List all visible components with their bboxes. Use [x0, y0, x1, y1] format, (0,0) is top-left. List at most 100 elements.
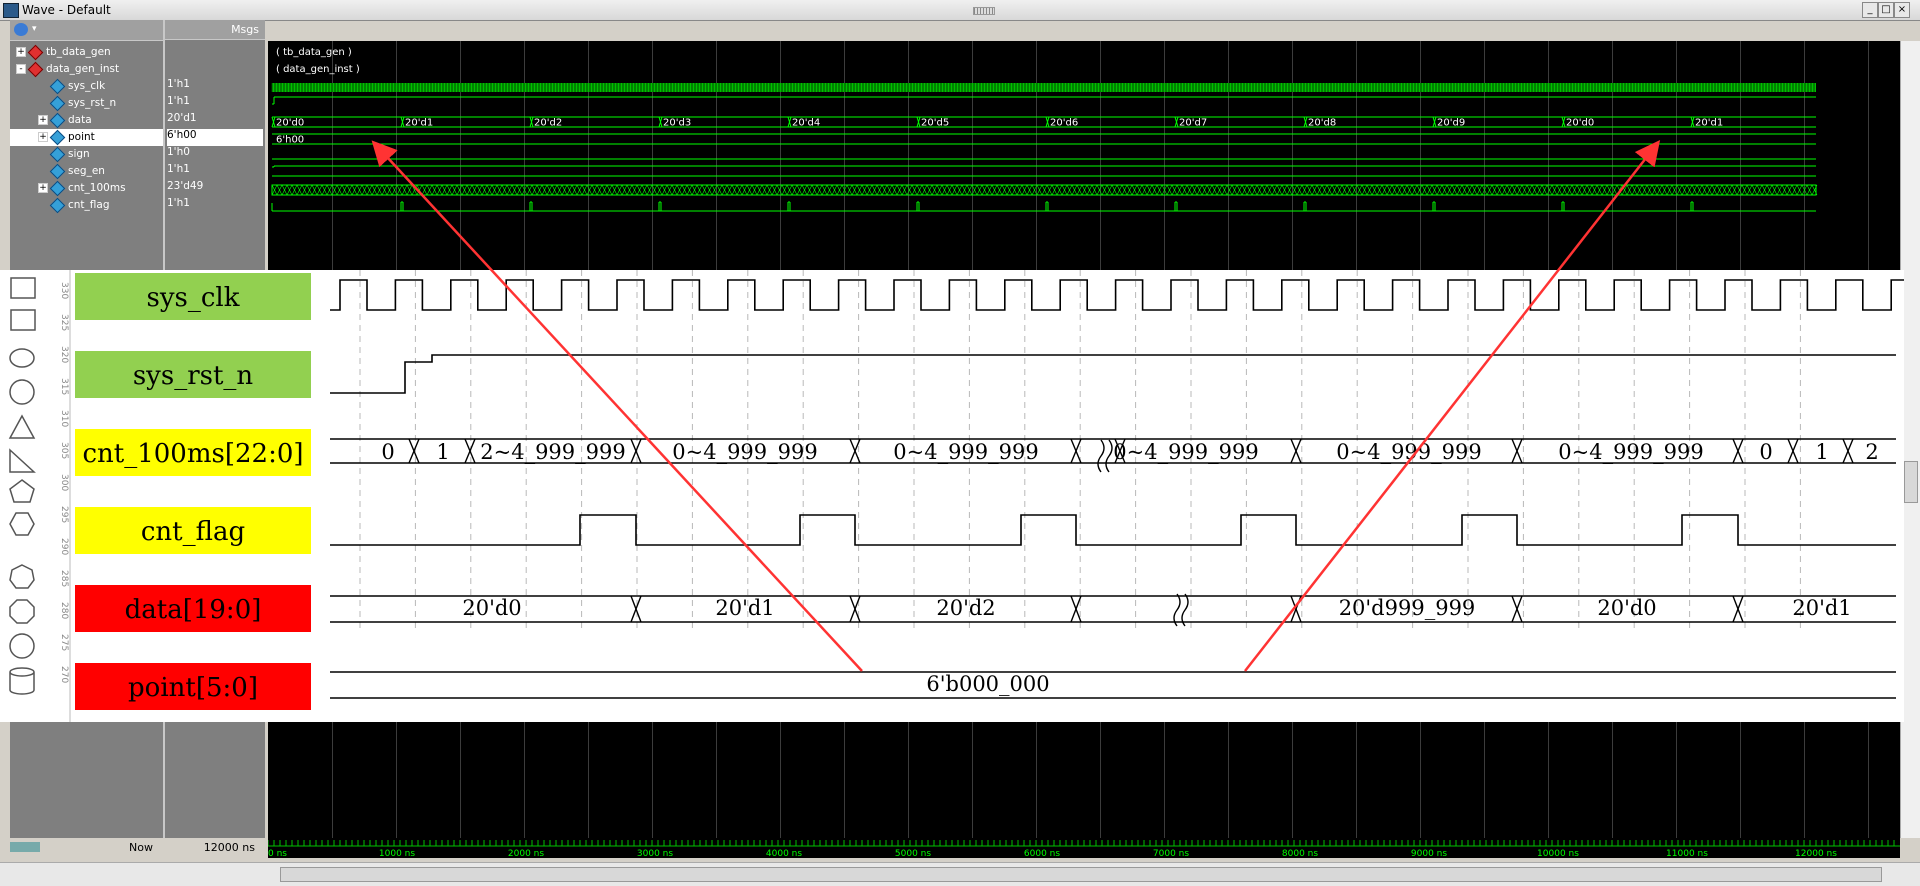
- overlay-data-value: 20'd1: [1792, 596, 1851, 620]
- time-tick-label: 9000 ns: [1411, 849, 1447, 858]
- signal-value: [167, 61, 263, 78]
- overlay-cnt-value: 0~4_999_999: [1558, 440, 1703, 464]
- data-bus-value: 20'd9: [1437, 118, 1465, 129]
- signal-row-seg-en[interactable]: seg_en: [10, 163, 163, 180]
- now-label-cell: Now: [0, 838, 163, 858]
- shape-palette-icon[interactable]: [8, 414, 36, 439]
- time-ruler-svg: 0 ns 1000 ns 2000 ns 3000 ns 4000 ns 5000 ns 6…: [267, 840, 1900, 859]
- shape-palette-icon[interactable]: [9, 479, 35, 503]
- data-bus-value: 20'd6: [1050, 118, 1078, 129]
- signal-row-data[interactable]: + data: [10, 112, 163, 129]
- signal-name: cnt_flag: [68, 199, 110, 211]
- minimize-button[interactable]: _: [1862, 2, 1878, 18]
- shape-palette-icon[interactable]: [9, 448, 36, 473]
- time-tick-label: 2000 ns: [508, 849, 544, 858]
- wave-instance-label: ( tb_data_gen ): [276, 47, 352, 58]
- signal-value: 20'd1: [167, 112, 197, 124]
- shape-palette-icon[interactable]: [9, 633, 35, 659]
- ruler-tick-label: 330: [59, 282, 69, 299]
- signal-name: point: [68, 131, 95, 143]
- signal-row-sys-rst-n[interactable]: sys_rst_n: [10, 95, 163, 112]
- signal-value: 1'h1: [167, 95, 190, 107]
- horizontal-scrollbar[interactable]: [0, 862, 1920, 886]
- signal-row-cnt-100ms[interactable]: + cnt_100ms: [10, 180, 163, 197]
- shape-palette-icon[interactable]: [9, 667, 35, 695]
- titlebar-gripper[interactable]: [973, 7, 995, 15]
- row-label-text: cnt_flag: [141, 517, 245, 547]
- point-bus-value: 6'h00: [276, 135, 304, 146]
- wave-tool-icon[interactable]: [14, 23, 28, 36]
- data-bus-value: 20'd3: [663, 118, 691, 129]
- overlay-cnt-value: 1: [1815, 440, 1828, 464]
- signal-row-point[interactable]: + point: [10, 129, 163, 146]
- horizontal-scroll-thumb[interactable]: [280, 867, 1882, 882]
- ruler-tick-label: 300: [59, 474, 69, 491]
- shape-palette-icon[interactable]: [9, 564, 35, 589]
- app-icon: [3, 3, 19, 18]
- time-tick-label: 8000 ns: [1282, 849, 1318, 858]
- close-button[interactable]: ×: [1894, 2, 1910, 18]
- now-value-cell: 12000 ns: [165, 838, 265, 858]
- collapse-icon[interactable]: -: [16, 64, 26, 74]
- shape-palette-icon[interactable]: [10, 277, 36, 299]
- overlay-cnt-value: 0~4_999_999: [672, 440, 817, 464]
- signal-row-sign[interactable]: sign: [10, 146, 163, 163]
- signal-value: 23'd49: [167, 180, 204, 192]
- ruler-tick-label: 315: [59, 378, 69, 395]
- timing-diagram-image: 330 325 320 315 310 305 300 295 290 285 280 275 270 s…: [0, 270, 1904, 722]
- signal-row-sys-clk[interactable]: sys_clk: [10, 78, 163, 95]
- overlay-data-value: 20'd999_999: [1339, 596, 1476, 620]
- overlay-cnt-value: 0: [1759, 440, 1772, 464]
- shape-palette-icon[interactable]: [10, 309, 36, 331]
- signal-icon: [49, 78, 66, 95]
- shape-palette-icon[interactable]: [9, 512, 35, 536]
- dropdown-arrow-icon[interactable]: ▾: [32, 24, 37, 34]
- signal-icon: [49, 180, 66, 197]
- time-ruler[interactable]: 0 ns 1000 ns 2000 ns 3000 ns 4000 ns 5000 ns 6…: [267, 838, 1900, 859]
- signal-row-cnt-flag[interactable]: cnt_flag: [10, 197, 163, 214]
- sys-clk-wave: [272, 83, 1816, 92]
- overlay-data-value: 20'd1: [715, 596, 774, 620]
- maximize-button[interactable]: □: [1878, 2, 1894, 18]
- cursor-tools-icon[interactable]: [10, 842, 40, 852]
- signal-value: 1'h1: [167, 163, 190, 175]
- signal-icon: [49, 129, 66, 146]
- ruler-tick-label: 270: [59, 666, 69, 683]
- expand-icon[interactable]: +: [16, 47, 26, 57]
- time-tick-label: 6000 ns: [1024, 849, 1060, 858]
- instance-icon: [27, 61, 44, 78]
- signal-name: sign: [68, 148, 90, 160]
- signal-value: 1'h0: [167, 146, 190, 158]
- signal-row-tb-data-gen[interactable]: + tb_data_gen: [10, 44, 163, 61]
- overlay-data-value: 20'd2: [936, 596, 995, 620]
- ruler-tick-label: 290: [59, 538, 69, 555]
- shape-palette-icon[interactable]: [9, 599, 35, 624]
- shape-palette-icon[interactable]: [9, 379, 35, 405]
- time-tick-label: 10000 ns: [1537, 849, 1579, 858]
- expand-icon[interactable]: +: [38, 115, 48, 125]
- data-bus-value: 20'd8: [1308, 118, 1336, 129]
- data-bus-value: 20'd4: [792, 118, 820, 129]
- msgs-header: Msgs: [165, 20, 265, 40]
- now-value: 12000 ns: [203, 841, 255, 854]
- signal-row-data-gen-inst[interactable]: - data_gen_inst: [10, 61, 163, 78]
- window-titlebar: Wave - Default _ □ ×: [0, 0, 1920, 21]
- signal-value: 6'h00: [167, 129, 263, 146]
- timing-diagram-svg: 330 325 320 315 310 305 300 295 290 285 280 275 270 s…: [8, 270, 1904, 722]
- wave-instance-label: ( data_gen_inst ): [276, 64, 360, 75]
- expand-icon[interactable]: +: [38, 183, 48, 193]
- time-tick-label: 5000 ns: [895, 849, 931, 858]
- shape-palette-icon[interactable]: [9, 348, 35, 368]
- break-mark-icon: [1097, 439, 1113, 473]
- data-bus-value: 20'd2: [534, 118, 562, 129]
- time-tick-label: 3000 ns: [637, 849, 673, 858]
- ruler-tick-label: 280: [59, 602, 69, 619]
- vertical-scroll-thumb[interactable]: [1904, 461, 1918, 503]
- expand-icon[interactable]: +: [38, 132, 48, 142]
- signal-icon: [49, 197, 66, 214]
- signal-icon: [49, 146, 66, 163]
- time-tick-label: 7000 ns: [1153, 849, 1189, 858]
- data-bus-value: 20'd1: [1695, 118, 1723, 129]
- ruler-tick-label: 295: [59, 506, 69, 523]
- time-tick-label: 12000 ns: [1795, 849, 1837, 858]
